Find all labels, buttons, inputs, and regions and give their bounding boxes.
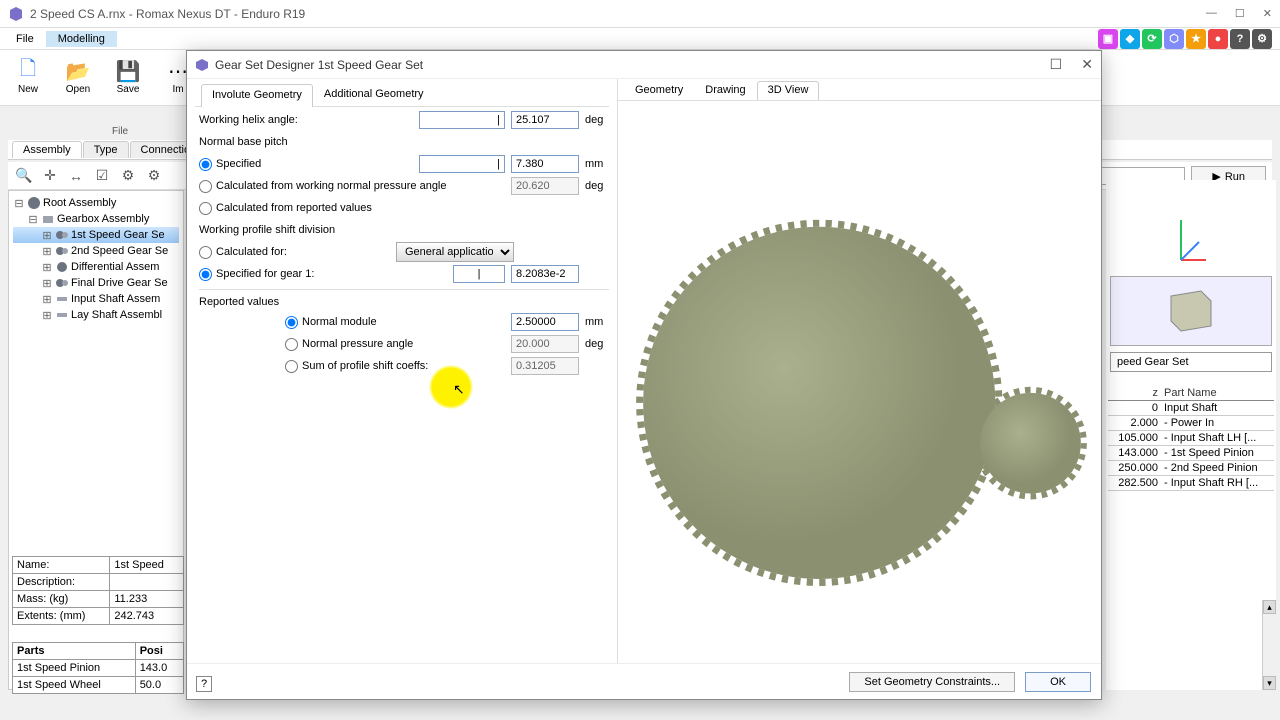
dialog-title: Gear Set Designer 1st Speed Gear Set	[215, 58, 1034, 72]
radio-sum-profile-shift[interactable]	[285, 360, 298, 373]
tab-assembly[interactable]: Assembly	[12, 141, 82, 158]
form-panel: Involute Geometry Additional Geometry Wo…	[187, 79, 617, 663]
window-close-icon[interactable]: ✕	[1263, 7, 1272, 20]
open-button[interactable]: 📂Open	[54, 58, 102, 97]
settings-icon[interactable]: ⚙	[1252, 29, 1272, 49]
help-icon[interactable]: ?	[1230, 29, 1250, 49]
scroll-down-icon[interactable]: ▾	[1263, 676, 1276, 690]
app-title: 2 Speed CS A.rnx - Romax Nexus DT - Endu…	[30, 7, 1206, 21]
gear1-icon[interactable]: ⚙	[118, 166, 138, 186]
ok-button[interactable]: OK	[1025, 672, 1091, 692]
window-maximize-icon[interactable]: ☐	[1235, 7, 1245, 20]
save-button[interactable]: 💾Save	[104, 58, 152, 97]
viewtab-geometry[interactable]: Geometry	[624, 81, 694, 100]
gear-render	[618, 101, 1101, 663]
working-helix-input[interactable]	[511, 111, 579, 129]
cursor-highlight	[429, 365, 473, 409]
spec-gear1-input[interactable]	[511, 265, 579, 283]
calc-wnpa-value	[511, 177, 579, 195]
side-tool-4[interactable]: ⬡	[1164, 29, 1184, 49]
radio-specified-gear1[interactable]	[199, 268, 212, 281]
new-button[interactable]: 🗋New	[4, 58, 52, 97]
parts-z-table: zPart Name 0Input Shaft 2.000- Power In …	[1108, 386, 1274, 491]
radio-calc-wnpa[interactable]	[199, 180, 212, 193]
menubar: File Modelling ▣ ◆ ⟳ ⬡ ★ ● ? ⚙	[0, 28, 1280, 50]
radio-normal-module[interactable]	[285, 316, 298, 329]
ribbon-group-label: File	[112, 126, 128, 137]
tab-involute-geometry[interactable]: Involute Geometry	[201, 84, 313, 107]
tree-1st-speed[interactable]: ⊞1st Speed Gear Se	[13, 227, 179, 243]
calculated-for-dropdown[interactable]: General applications	[396, 242, 514, 262]
normal-module-input[interactable]	[511, 313, 579, 331]
label-wpsd: Working profile shift division	[199, 224, 609, 236]
dialog-help-icon[interactable]: ?	[196, 676, 212, 692]
menu-file[interactable]: File	[4, 31, 46, 47]
radio-calc-reported[interactable]	[199, 202, 212, 215]
axis-indicator-icon[interactable]	[1171, 210, 1211, 270]
side-tool-5[interactable]: ★	[1186, 29, 1206, 49]
set-geometry-constraints-button[interactable]: Set Geometry Constraints...	[849, 672, 1015, 692]
app-titlebar: 2 Speed CS A.rnx - Romax Nexus DT - Endu…	[0, 0, 1280, 28]
pointer-icon[interactable]: ↔	[66, 166, 86, 186]
app-logo-icon	[8, 6, 24, 22]
working-helix-extra-input[interactable]	[419, 111, 505, 129]
label-normal-base-pitch: Normal base pitch	[199, 136, 609, 148]
gear2-icon[interactable]: ⚙	[144, 166, 164, 186]
scroll-up-icon[interactable]: ▴	[1263, 600, 1276, 614]
dialog-close-icon[interactable]: ✕	[1081, 56, 1093, 72]
specified-input[interactable]	[511, 155, 579, 173]
right-panel-scrollbar[interactable]: ▴ ▾	[1262, 600, 1276, 690]
tree-gearbox[interactable]: ⊟Gearbox Assembly	[13, 211, 179, 227]
tab-additional-geometry[interactable]: Additional Geometry	[313, 83, 435, 106]
gear-3d-viewport[interactable]	[618, 101, 1101, 663]
mini-3d-view[interactable]	[1110, 276, 1272, 346]
viewtab-3d[interactable]: 3D View	[757, 81, 820, 100]
side-tool-2[interactable]: ◆	[1120, 29, 1140, 49]
specified-extra-input[interactable]	[419, 155, 505, 173]
dialog-maximize-icon[interactable]: ☐	[1050, 56, 1063, 72]
check-icon[interactable]: ☑	[92, 166, 112, 186]
tree-lay-shaft[interactable]: ⊞Lay Shaft Assembl	[13, 307, 179, 323]
tree-differential[interactable]: ⊞Differential Assem	[13, 259, 179, 275]
window-minimize-icon[interactable]: —	[1206, 7, 1217, 20]
gear-set-designer-dialog: Gear Set Designer 1st Speed Gear Set ☐ ✕…	[186, 50, 1102, 700]
side-tool-6[interactable]: ●	[1208, 29, 1228, 49]
side-tool-1[interactable]: ▣	[1098, 29, 1118, 49]
zoom-icon[interactable]: 🔍	[14, 166, 34, 186]
side-tool-3[interactable]: ⟳	[1142, 29, 1162, 49]
spec-gear1-extra-input[interactable]	[453, 265, 505, 283]
tab-type[interactable]: Type	[83, 141, 129, 158]
label-reported-values: Reported values	[199, 296, 609, 308]
radio-calculated-for[interactable]	[199, 246, 212, 259]
dialog-logo-icon	[195, 58, 209, 72]
tree-final-drive[interactable]: ⊞Final Drive Gear Se	[13, 275, 179, 291]
view-panel: Geometry Drawing 3D View	[617, 79, 1101, 663]
tree-root[interactable]: ⊟Root Assembly	[13, 195, 179, 211]
tree-input-shaft[interactable]: ⊞Input Shaft Assem	[13, 291, 179, 307]
viewtab-drawing[interactable]: Drawing	[694, 81, 756, 100]
target-icon[interactable]: ✛	[40, 166, 60, 186]
parts-table: PartsPosi 1st Speed Pinion143.0 1st Spee…	[12, 642, 184, 694]
normal-pressure-angle-value	[511, 335, 579, 353]
menu-modelling[interactable]: Modelling	[46, 31, 117, 47]
right-panel: peed Gear Set zPart Name 0Input Shaft 2.…	[1106, 180, 1276, 690]
radio-specified[interactable]	[199, 158, 212, 171]
tree-2nd-speed[interactable]: ⊞2nd Speed Gear Se	[13, 243, 179, 259]
radio-normal-pressure-angle[interactable]	[285, 338, 298, 351]
properties-table: Name:1st Speed Description: Mass: (kg)11…	[12, 556, 184, 625]
sum-profile-shift-value	[511, 357, 579, 375]
label-working-helix: Working helix angle:	[199, 114, 419, 126]
selection-name: peed Gear Set	[1110, 352, 1272, 372]
dialog-titlebar: Gear Set Designer 1st Speed Gear Set ☐ ✕	[187, 51, 1101, 79]
